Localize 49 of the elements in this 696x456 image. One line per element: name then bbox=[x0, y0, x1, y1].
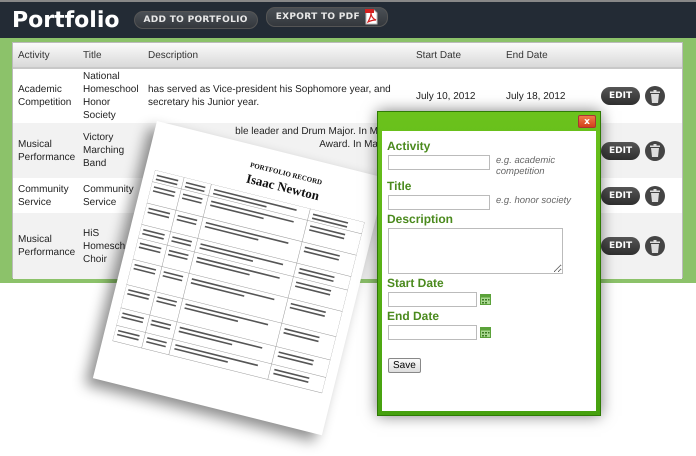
trash-icon bbox=[650, 240, 660, 252]
trash-button[interactable] bbox=[645, 86, 666, 106]
field-label: Description bbox=[387, 212, 454, 226]
edit-button[interactable]: EDIT bbox=[601, 87, 640, 105]
edit-button[interactable]: EDIT bbox=[601, 142, 640, 160]
page-title: Portfolio bbox=[12, 8, 120, 32]
title-cell-text: Community Service bbox=[83, 182, 135, 208]
title-cell-text: HiS Homesch Choir bbox=[83, 226, 126, 266]
end-date-cell-text: July 18, 2012 bbox=[506, 90, 566, 102]
date-field[interactable] bbox=[388, 325, 477, 340]
edit-button[interactable]: EDIT bbox=[601, 237, 640, 255]
column-header: Description bbox=[148, 48, 200, 62]
column-header: Activity bbox=[18, 48, 51, 62]
field-label: Start Date bbox=[387, 276, 445, 290]
activity-cell-text: Musical Performance bbox=[18, 138, 76, 164]
trash-button[interactable] bbox=[645, 186, 666, 206]
title-cell-text: Victory Marching Band bbox=[83, 131, 126, 170]
description-field[interactable] bbox=[388, 228, 563, 274]
calendar-icon[interactable] bbox=[480, 294, 491, 305]
edit-button[interactable]: EDIT bbox=[601, 186, 640, 204]
export-pdf-button[interactable]: EXPORT TO PDF bbox=[266, 7, 388, 27]
activity-cell-text: Academic Competition bbox=[18, 83, 72, 109]
activity-cell-text: Community Service bbox=[18, 182, 70, 208]
date-field[interactable] bbox=[388, 292, 477, 307]
save-button[interactable]: Save bbox=[388, 358, 421, 373]
title-cell-text: National Homeschool Honor Society bbox=[83, 70, 140, 122]
trash-button[interactable] bbox=[645, 140, 666, 160]
trash-button[interactable] bbox=[645, 236, 666, 256]
trash-icon bbox=[650, 90, 660, 102]
trash-icon bbox=[650, 144, 660, 157]
field-hint: e.g. academic competition bbox=[496, 155, 556, 177]
start-date-cell-text: July 10, 2012 bbox=[416, 90, 476, 102]
field-label: Activity bbox=[387, 139, 432, 153]
pdf-icon bbox=[364, 9, 378, 25]
column-header: End Date bbox=[506, 48, 549, 62]
add-button[interactable]: ADD TO PORTFOLIO bbox=[134, 11, 258, 29]
column-header: Title bbox=[83, 48, 103, 62]
calendar-icon[interactable] bbox=[480, 327, 491, 338]
column-header: Start Date bbox=[416, 48, 462, 62]
field-hint: e.g. honor society bbox=[496, 195, 572, 206]
field-label: End Date bbox=[387, 309, 440, 323]
text-field[interactable] bbox=[388, 195, 490, 210]
activity-cell-text: Musical Performance bbox=[18, 233, 76, 259]
field-label: Title bbox=[387, 179, 412, 193]
trash-icon bbox=[650, 189, 660, 202]
description-cell-text: has served as Vice-president his Sophomore year, and secretary his Junior year. bbox=[148, 83, 392, 109]
close-button[interactable]: x bbox=[578, 115, 596, 128]
text-field[interactable] bbox=[388, 155, 490, 170]
description-cell-text: ble leader and Drum Major. In M Award. In Ma bbox=[234, 125, 378, 151]
